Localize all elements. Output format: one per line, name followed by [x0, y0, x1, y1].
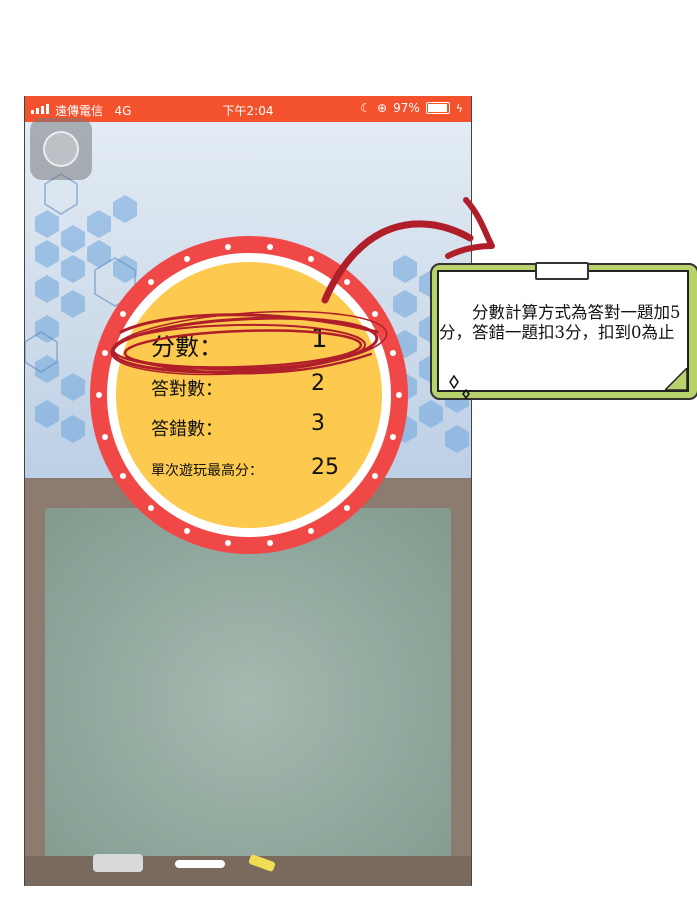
ring-dot — [344, 505, 351, 512]
best-score-label: 單次遊玩最高分： — [151, 463, 263, 479]
ring-dot — [396, 392, 402, 398]
ring-dot — [344, 278, 351, 285]
ring-dot — [267, 243, 274, 250]
status-bar: 遠傳電信 4G 下午2:04 ☾ ⊕ 97% ϟ — [25, 96, 471, 122]
ring-dot — [308, 255, 315, 262]
ring-dot — [389, 349, 396, 356]
phone-screen: 遠傳電信 4G 下午2:04 ☾ ⊕ 97% ϟ 分數： 1 答對數： 2 答錯… — [24, 96, 472, 886]
ring-dot — [224, 243, 231, 250]
correct-label: 答對數： — [151, 379, 223, 400]
note-clip — [535, 262, 589, 280]
assistive-touch-button[interactable] — [30, 118, 92, 180]
eraser — [93, 854, 143, 872]
ring-dot — [102, 349, 109, 356]
correct-value: 2 — [311, 371, 325, 396]
sparkle-icon — [449, 374, 470, 400]
ring-dot — [102, 434, 109, 441]
rotation-lock-icon: ⊕ — [377, 101, 388, 115]
charging-icon: ϟ — [455, 101, 463, 115]
white-chalk — [175, 860, 225, 868]
battery-percent: 97% — [393, 101, 420, 115]
ring-dot — [308, 528, 315, 535]
wrong-label: 答錯數： — [151, 419, 223, 440]
ring-dot — [389, 434, 396, 441]
ring-dot — [147, 505, 154, 512]
ring-dot — [372, 473, 379, 480]
score-label: 分數： — [151, 333, 223, 361]
best-score-value: 25 — [311, 455, 339, 480]
page-fold-icon — [665, 368, 687, 390]
ring-dot — [224, 540, 231, 547]
ring-dot — [96, 392, 102, 398]
ring-dot — [119, 310, 126, 317]
ring-dot — [183, 255, 190, 262]
ring-dot — [119, 473, 126, 480]
score-disc — [90, 236, 408, 554]
ring-dot — [183, 528, 190, 535]
chalkboard-surface — [45, 508, 451, 858]
wrong-value: 3 — [311, 411, 325, 436]
ring-dot — [147, 278, 154, 285]
note-text: 分數計算方式為答對一題加5分，答錯一題扣3分，扣到0為止 — [439, 303, 681, 342]
score-value: 1 — [311, 324, 328, 354]
ring-dot — [372, 310, 379, 317]
ring-dot — [267, 540, 274, 547]
battery-icon — [425, 102, 450, 114]
moon-icon: ☾ — [360, 101, 371, 115]
